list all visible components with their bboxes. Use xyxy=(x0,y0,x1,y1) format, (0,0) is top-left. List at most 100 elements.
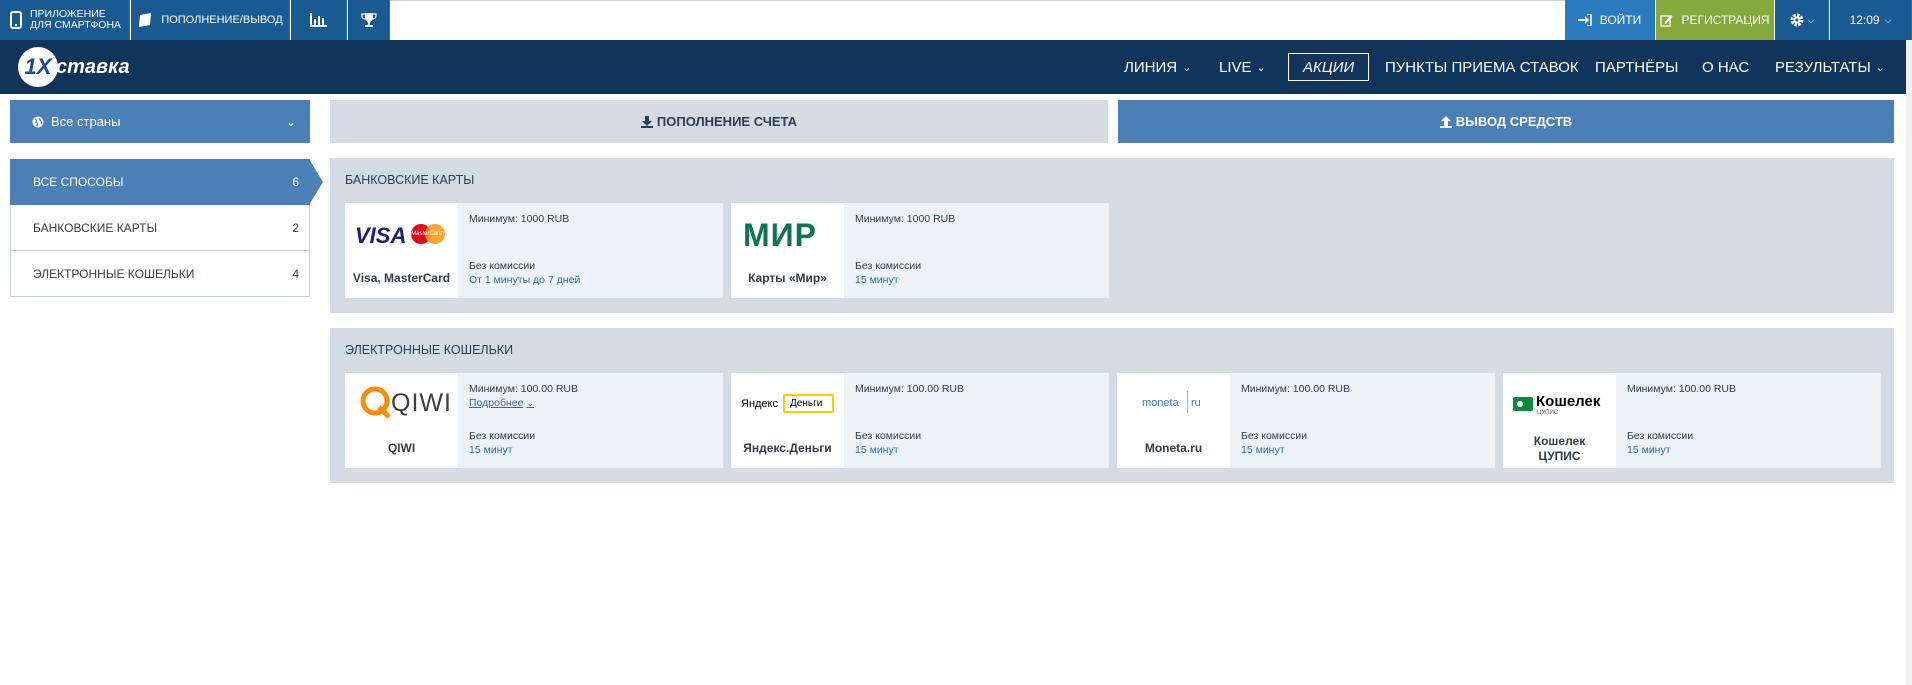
payment-card-qiwi[interactable]: QIWI QIWI Минимум: 100.00 RUB Подробнее ⌄… xyxy=(345,373,723,468)
payment-logo: Яндекс Деньги Яндекс.Деньги xyxy=(731,373,844,468)
payment-commission: Без комиссии xyxy=(855,430,922,442)
filter-bank-cards[interactable]: Банковские карты 2 xyxy=(10,205,310,251)
chevron-down-icon: ⌄ xyxy=(526,398,535,408)
payment-name: Яндекс.Деньги xyxy=(743,441,832,455)
moneta-logo: moneta xyxy=(1142,397,1179,409)
payment-time: От 1 минуты до 7 дней xyxy=(469,274,581,286)
section-title: Банковские карты xyxy=(345,173,475,187)
nav-promotions[interactable]: Акции xyxy=(1288,53,1370,81)
trophy-icon xyxy=(360,13,377,27)
chevron-down-icon: ⌄ xyxy=(1256,61,1266,74)
payment-time: 15 минут xyxy=(1241,444,1285,456)
more-info-link[interactable]: Подробнее ⌄ xyxy=(469,397,534,409)
register-label: Регистрация xyxy=(1681,13,1770,27)
tab-withdraw[interactable]: Вывод средств xyxy=(1118,100,1894,143)
payment-time: 15 минут xyxy=(1627,444,1671,456)
payment-logo: МИР Карты «Мир» xyxy=(731,203,844,298)
payment-logo: VISA MasterCard Visa, MasterCard xyxy=(345,203,458,298)
mobile-app-label: Приложение для смартфона xyxy=(30,8,122,31)
yandex-money-badge: Деньги xyxy=(783,394,835,413)
payment-time: 15 минут xyxy=(469,444,513,456)
settings-button[interactable]: ⌵ xyxy=(1775,0,1829,40)
section-title: Электронные кошельки xyxy=(345,343,514,357)
e-wallets-section: Электронные кошельки QIWI QIWI Минимум: … xyxy=(330,328,1894,483)
payment-name: Карты «Мир» xyxy=(748,271,827,285)
bar-chart-icon xyxy=(309,13,327,27)
nav-live[interactable]: LIVE ⌄ xyxy=(1219,40,1266,94)
payment-card-visa-mastercard[interactable]: VISA MasterCard Visa, MasterCard Минимум… xyxy=(345,203,723,298)
nav-results[interactable]: Результаты ⌄ xyxy=(1775,40,1885,94)
bank-cards-section: Банковские карты VISA MasterCard Visa, M… xyxy=(330,158,1894,313)
country-label: Все страны xyxy=(51,114,121,129)
filter-count: 2 xyxy=(292,220,299,235)
gear-icon xyxy=(1790,13,1804,27)
wallet-icon xyxy=(139,13,152,27)
payment-card-yandex-money[interactable]: Яндекс Деньги Яндекс.Деньги Минимум: 100… xyxy=(731,373,1109,468)
chevron-down-icon: ⌵ xyxy=(1884,14,1892,25)
payment-card-cupis[interactable]: Кошелек ЦУПИС Кошелек ЦУПИС Минимум: 100… xyxy=(1503,373,1881,468)
statistics-button[interactable] xyxy=(291,0,347,40)
mobile-app-button[interactable]: Приложение для смартфона xyxy=(0,0,130,40)
visa-logo: VISA xyxy=(355,223,407,248)
filter-count: 6 xyxy=(292,175,299,189)
site-logo[interactable]: 1X ставка xyxy=(18,46,130,88)
deposit-withdraw-button[interactable]: Пополнение/вывод xyxy=(131,0,290,40)
chevron-down-icon: ⌄ xyxy=(285,114,296,129)
mir-logo: МИР xyxy=(743,217,817,253)
payment-minimum: Минимум: 100.00 RUB xyxy=(855,383,964,395)
filter-e-wallets[interactable]: Электронные кошельки 4 xyxy=(10,251,310,297)
nav-line[interactable]: Линия ⌄ xyxy=(1124,40,1191,94)
payment-minimum: Минимум: 100.00 RUB xyxy=(1627,383,1736,395)
scrollbar[interactable] xyxy=(1906,40,1912,685)
nav-partners[interactable]: Партнёры xyxy=(1595,40,1678,94)
country-selector[interactable]: Все страны ⌄ xyxy=(10,100,310,143)
cupis-logo: Кошелек xyxy=(1536,393,1601,410)
filter-all-methods[interactable]: Все способы 6 xyxy=(10,159,323,205)
tab-deposit[interactable]: Пополнение счета xyxy=(330,100,1108,143)
payment-method-filter: Все способы 6 Банковские карты 2 Электро… xyxy=(10,159,323,297)
chevron-down-icon: ⌵ xyxy=(1807,14,1815,25)
filter-count: 4 xyxy=(292,266,299,281)
payment-name: Visa, MasterCard xyxy=(352,271,451,285)
login-button[interactable]: Войти xyxy=(1565,0,1655,40)
payment-commission: Без комиссии xyxy=(855,260,922,272)
edit-icon xyxy=(1660,14,1673,27)
payment-logo: moneta ru Moneta.ru xyxy=(1117,373,1230,468)
chevron-down-icon: ⌄ xyxy=(1875,61,1885,74)
mastercard-text: MasterCard xyxy=(411,231,443,237)
payment-minimum: Минимум: 1000 RUB xyxy=(469,213,570,225)
clock-button[interactable]: 12:09 ⌵ xyxy=(1830,0,1912,40)
smartphone-icon xyxy=(10,11,22,29)
tournaments-button[interactable] xyxy=(348,0,390,40)
clock-time: 12:09 xyxy=(1849,13,1880,27)
moneta-separator xyxy=(1187,391,1188,413)
payment-name: Moneta.ru xyxy=(1144,441,1203,455)
payment-name: QIWI xyxy=(387,441,416,455)
upload-icon xyxy=(1439,115,1452,128)
register-button[interactable]: Регистрация xyxy=(1656,0,1774,40)
yandex-logo: Яндекс xyxy=(741,398,778,410)
payment-minimum: Минимум: 100.00 RUB xyxy=(469,383,578,395)
sign-in-icon xyxy=(1577,14,1592,26)
main-header: 1X ставка Линия ⌄ LIVE ⌄ Акции Пункты прие… xyxy=(0,40,1906,94)
cupis-icon xyxy=(1513,397,1533,411)
nav-betting-points[interactable]: Пункты приема ставок xyxy=(1385,40,1579,94)
deposit-withdraw-label: Пополнение/вывод xyxy=(161,14,283,26)
logo-text: ставка xyxy=(56,55,130,78)
payment-logo: QIWI QIWI xyxy=(345,373,458,468)
download-icon xyxy=(640,115,653,128)
top-bar-spacer xyxy=(390,0,1565,40)
payment-time: 15 минут xyxy=(855,274,899,286)
payment-minimum: Минимум: 1000 RUB xyxy=(855,213,956,225)
top-bar: Приложение для смартфона Пополнение/выво… xyxy=(0,0,1912,40)
payment-card-mir[interactable]: МИР Карты «Мир» Минимум: 1000 RUB Без ко… xyxy=(731,203,1109,298)
payment-commission: Без комиссии xyxy=(469,430,536,442)
payment-minimum: Минимум: 100.00 RUB xyxy=(1241,383,1350,395)
payment-commission: Без комиссии xyxy=(469,260,536,272)
logo-badge: 1X xyxy=(18,47,58,87)
nav-about[interactable]: О нас xyxy=(1702,40,1749,94)
globe-icon xyxy=(32,116,44,127)
payment-commission: Без комиссии xyxy=(1241,430,1308,442)
login-label: Войти xyxy=(1599,13,1642,27)
payment-card-moneta[interactable]: moneta ru Moneta.ru Минимум: 100.00 RUB … xyxy=(1117,373,1495,468)
